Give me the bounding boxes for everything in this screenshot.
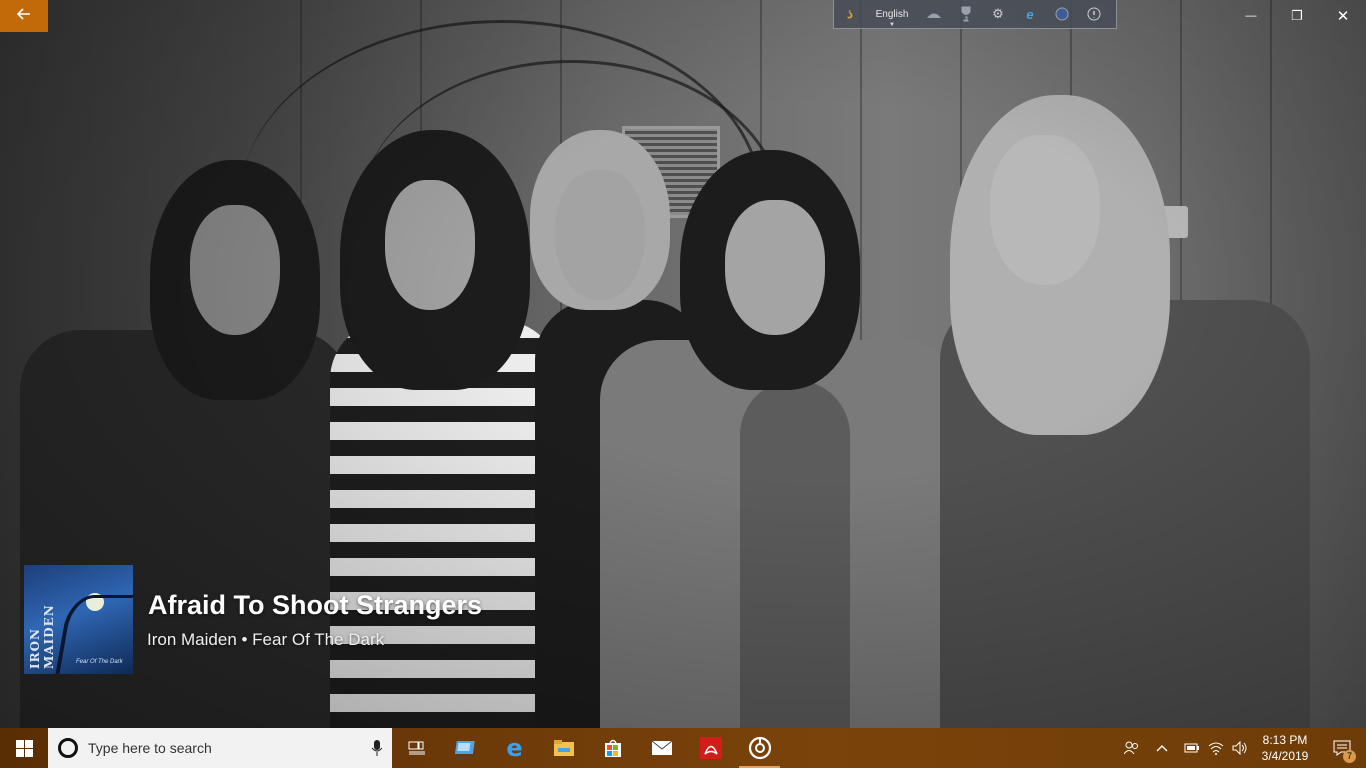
- song-title: Afraid To Shoot Strangers: [148, 590, 483, 620]
- groove-music-icon[interactable]: [735, 728, 784, 768]
- app-logo-icon[interactable]: ذ: [840, 4, 860, 24]
- trophy-icon[interactable]: [956, 4, 976, 24]
- minimize-icon: —: [1245, 10, 1257, 22]
- close-button[interactable]: ✕: [1320, 0, 1366, 32]
- edge-icon[interactable]: e: [490, 728, 539, 768]
- microphone-icon[interactable]: [362, 740, 392, 756]
- language-selector[interactable]: English ▼: [866, 8, 918, 28]
- hand-icon[interactable]: [924, 4, 944, 24]
- clock[interactable]: 8:13 PM 3/4/2019: [1252, 732, 1318, 764]
- system-tray: 8:13 PM 3/4/2019 7: [1120, 728, 1366, 768]
- acrobat-icon[interactable]: [686, 728, 735, 768]
- action-center-button[interactable]: 7: [1318, 728, 1366, 768]
- info-icon[interactable]: [1084, 4, 1104, 24]
- internet-explorer-icon[interactable]: e: [1020, 4, 1040, 24]
- back-button[interactable]: [0, 0, 48, 32]
- chevron-up-icon[interactable]: [1144, 728, 1180, 768]
- mail-icon[interactable]: [637, 728, 686, 768]
- album-art-title-text: Fear Of The Dark: [76, 659, 123, 665]
- task-view-icon[interactable]: [392, 728, 441, 768]
- restore-icon: ❐: [1291, 8, 1303, 23]
- arrow-left-icon: [16, 7, 31, 25]
- artist-album[interactable]: Iron Maiden • Fear Of The Dark: [147, 630, 384, 650]
- clock-date: 3/4/2019: [1261, 749, 1309, 763]
- photos-icon[interactable]: [441, 728, 490, 768]
- album-art-band-text: IRON MAIDEN: [28, 604, 56, 669]
- restore-button[interactable]: ❐: [1274, 0, 1320, 32]
- album-art[interactable]: IRON MAIDEN Fear Of The Dark: [24, 565, 133, 674]
- gear-icon[interactable]: ⚙: [988, 4, 1008, 24]
- chevron-down-icon: ▼: [889, 21, 895, 28]
- wifi-icon[interactable]: [1204, 728, 1228, 768]
- start-button[interactable]: [0, 728, 48, 768]
- help-icon[interactable]: [1052, 4, 1072, 24]
- store-icon[interactable]: [588, 728, 637, 768]
- clock-time: 8:13 PM: [1262, 733, 1308, 747]
- floating-toolbar: ذ English ▼ ⚙ e: [833, 0, 1117, 29]
- battery-icon[interactable]: [1180, 728, 1204, 768]
- search-placeholder: Type here to search: [88, 740, 212, 756]
- taskbar: Type here to search e 8:13 PM 3/4/2019 7: [0, 728, 1366, 768]
- people-icon[interactable]: [1120, 728, 1144, 768]
- search-box[interactable]: Type here to search: [48, 728, 392, 768]
- windows-logo-icon: [15, 739, 33, 757]
- volume-icon[interactable]: [1228, 728, 1252, 768]
- cortana-icon: [58, 738, 78, 758]
- language-label: English: [875, 8, 909, 20]
- file-explorer-icon[interactable]: [539, 728, 588, 768]
- notification-count: 7: [1343, 750, 1356, 763]
- minimize-button[interactable]: —: [1228, 0, 1274, 32]
- close-icon: ✕: [1336, 8, 1350, 25]
